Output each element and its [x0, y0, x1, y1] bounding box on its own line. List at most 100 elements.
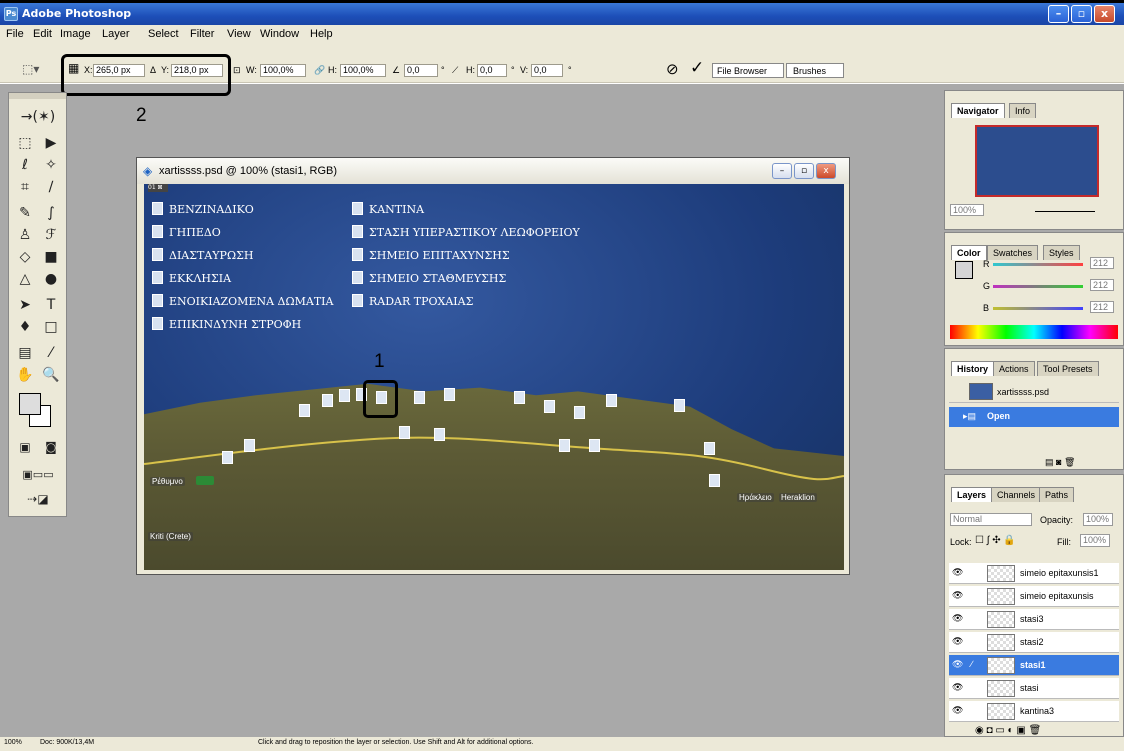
menu-layer[interactable]: Layer: [102, 28, 130, 40]
tab-channels[interactable]: Channels: [991, 487, 1042, 502]
layers-footer-icons[interactable]: ◉ ◘ ▭ ◐ ▣ 🗑: [975, 725, 1041, 736]
navigator-zoom-field[interactable]: 100%: [950, 204, 984, 216]
b-slider[interactable]: [993, 307, 1083, 310]
tab-tool-presets[interactable]: Tool Presets: [1037, 361, 1099, 376]
eyedropper-icon[interactable]: ⁄: [39, 343, 63, 363]
map-marker[interactable]: [606, 394, 617, 407]
healing-brush-icon[interactable]: ✎: [13, 203, 37, 223]
blur-tool-icon[interactable]: △: [13, 269, 37, 289]
eye-icon[interactable]: 👁: [952, 682, 963, 693]
minimize-button[interactable]: –: [1048, 5, 1069, 23]
jump-to-imageready-icon[interactable]: ⇢◪: [13, 489, 63, 509]
map-marker[interactable]: [589, 439, 600, 452]
notes-tool-icon[interactable]: ▤: [13, 343, 37, 363]
maximize-button[interactable]: ▫: [1071, 5, 1092, 23]
eye-icon[interactable]: 👁: [952, 705, 963, 716]
layer-row-selected[interactable]: 👁 ∕ stasi1: [949, 655, 1119, 676]
g-slider[interactable]: [993, 285, 1083, 288]
layer-row[interactable]: 👁 stasi3: [949, 609, 1119, 630]
g-field[interactable]: 212: [1090, 279, 1114, 291]
shape-tool-icon[interactable]: □: [39, 317, 63, 337]
map-marker[interactable]: [544, 400, 555, 413]
fill-field[interactable]: 100%: [1080, 534, 1110, 547]
dodge-tool-icon[interactable]: ●: [39, 269, 63, 289]
layer-row[interactable]: 👁 stasi: [949, 678, 1119, 699]
history-state-row[interactable]: ▸▤ Open: [949, 407, 1119, 427]
layer-row[interactable]: 👁 kantina3: [949, 701, 1119, 722]
map-marker[interactable]: [704, 442, 715, 455]
menu-edit[interactable]: Edit: [33, 28, 52, 40]
opacity-field[interactable]: 100%: [1083, 513, 1113, 526]
adobe-online-icon[interactable]: →(✶): [13, 107, 63, 127]
eye-icon[interactable]: 👁: [952, 567, 963, 578]
r-field[interactable]: 212: [1090, 257, 1114, 269]
standard-mode-icon[interactable]: ▣: [13, 437, 37, 457]
marquee-tool-icon[interactable]: ⬚: [13, 133, 37, 153]
hand-tool-icon[interactable]: ✋: [13, 365, 37, 385]
vskew-field[interactable]: 0,0: [531, 64, 563, 77]
width-field[interactable]: 100,0%: [260, 64, 306, 77]
doc-minimize-button[interactable]: –: [772, 163, 792, 179]
clone-stamp-icon[interactable]: ♙: [13, 225, 37, 245]
image-canvas[interactable]: 01 ⊠ ΒΕΝΖΙΝΑΔΙΚΟ ΓΗΠΕΔΟ ΔΙΑΣΤΑΥΡΩΣΗ ΕΚΚΛ…: [144, 184, 844, 570]
close-button[interactable]: x: [1094, 5, 1115, 23]
commit-transform-icon[interactable]: ✓: [690, 58, 704, 78]
tab-actions[interactable]: Actions: [993, 361, 1035, 376]
map-marker[interactable]: [559, 439, 570, 452]
eye-icon[interactable]: 👁: [952, 590, 963, 601]
crop-tool-icon[interactable]: ⌗: [13, 177, 37, 197]
map-marker[interactable]: [514, 391, 525, 404]
zoom-tool-icon[interactable]: 🔍: [39, 365, 63, 385]
doc-maximize-button[interactable]: ▫: [794, 163, 814, 179]
eye-icon[interactable]: 👁: [952, 613, 963, 624]
pen-tool-icon[interactable]: ♦: [13, 317, 37, 337]
r-slider[interactable]: [993, 263, 1083, 266]
menu-window[interactable]: Window: [260, 28, 299, 40]
screen-mode-icons[interactable]: ▣▭▭: [13, 465, 63, 485]
lasso-tool-icon[interactable]: ℓ: [13, 155, 37, 175]
menu-file[interactable]: File: [6, 28, 24, 40]
gradient-tool-icon[interactable]: ■: [39, 247, 63, 267]
eraser-tool-icon[interactable]: ◇: [13, 247, 37, 267]
history-brush-icon[interactable]: ℱ: [39, 225, 63, 245]
map-marker[interactable]: [574, 406, 585, 419]
tab-info[interactable]: Info: [1009, 103, 1037, 118]
slice-tool-icon[interactable]: ∕: [39, 177, 63, 197]
blend-mode-select[interactable]: Normal: [950, 513, 1032, 526]
map-marker[interactable]: [339, 389, 350, 402]
tab-history[interactable]: History: [951, 361, 995, 376]
map-marker[interactable]: [709, 474, 720, 487]
quick-mask-icon[interactable]: ◙: [39, 437, 63, 457]
map-marker[interactable]: [299, 404, 310, 417]
tab-color[interactable]: Color: [951, 245, 987, 260]
menu-help[interactable]: Help: [310, 28, 333, 40]
map-marker[interactable]: [222, 451, 233, 464]
map-marker[interactable]: [414, 391, 425, 404]
layer-row[interactable]: 👁 simeio epitaxunsis: [949, 586, 1119, 607]
brush-tool-icon[interactable]: ∫: [39, 203, 63, 223]
tab-swatches[interactable]: Swatches: [987, 245, 1039, 260]
foreground-swatch[interactable]: [955, 261, 973, 279]
color-ramp[interactable]: [950, 325, 1118, 339]
map-marker[interactable]: [244, 439, 255, 452]
map-marker[interactable]: [674, 399, 685, 412]
map-marker[interactable]: [444, 388, 455, 401]
tab-layers[interactable]: Layers: [951, 487, 993, 502]
path-select-icon[interactable]: ➤: [13, 295, 37, 315]
layer-row[interactable]: 👁 simeio epitaxunsis1: [949, 563, 1119, 584]
height-field[interactable]: 100,0%: [340, 64, 386, 77]
lock-icons[interactable]: ☐ ∫ ✣ 🔒: [975, 535, 1016, 546]
doc-close-button[interactable]: x: [816, 163, 836, 179]
map-marker[interactable]: [434, 428, 445, 441]
b-field[interactable]: 212: [1090, 301, 1114, 313]
link-icon[interactable]: 🔗: [314, 64, 325, 77]
file-browser-tab[interactable]: File Browser: [712, 63, 784, 78]
map-marker[interactable]: [399, 426, 410, 439]
move-tool-preset-icon[interactable]: ⬚▾: [22, 62, 39, 76]
zoom-slider[interactable]: [1035, 211, 1095, 212]
layer-row[interactable]: 👁 stasi2: [949, 632, 1119, 653]
cancel-transform-icon[interactable]: ⊘: [666, 60, 679, 78]
history-snapshot-row[interactable]: xartissss.psd: [949, 381, 1119, 403]
menu-view[interactable]: View: [227, 28, 251, 40]
menu-filter[interactable]: Filter: [190, 28, 214, 40]
